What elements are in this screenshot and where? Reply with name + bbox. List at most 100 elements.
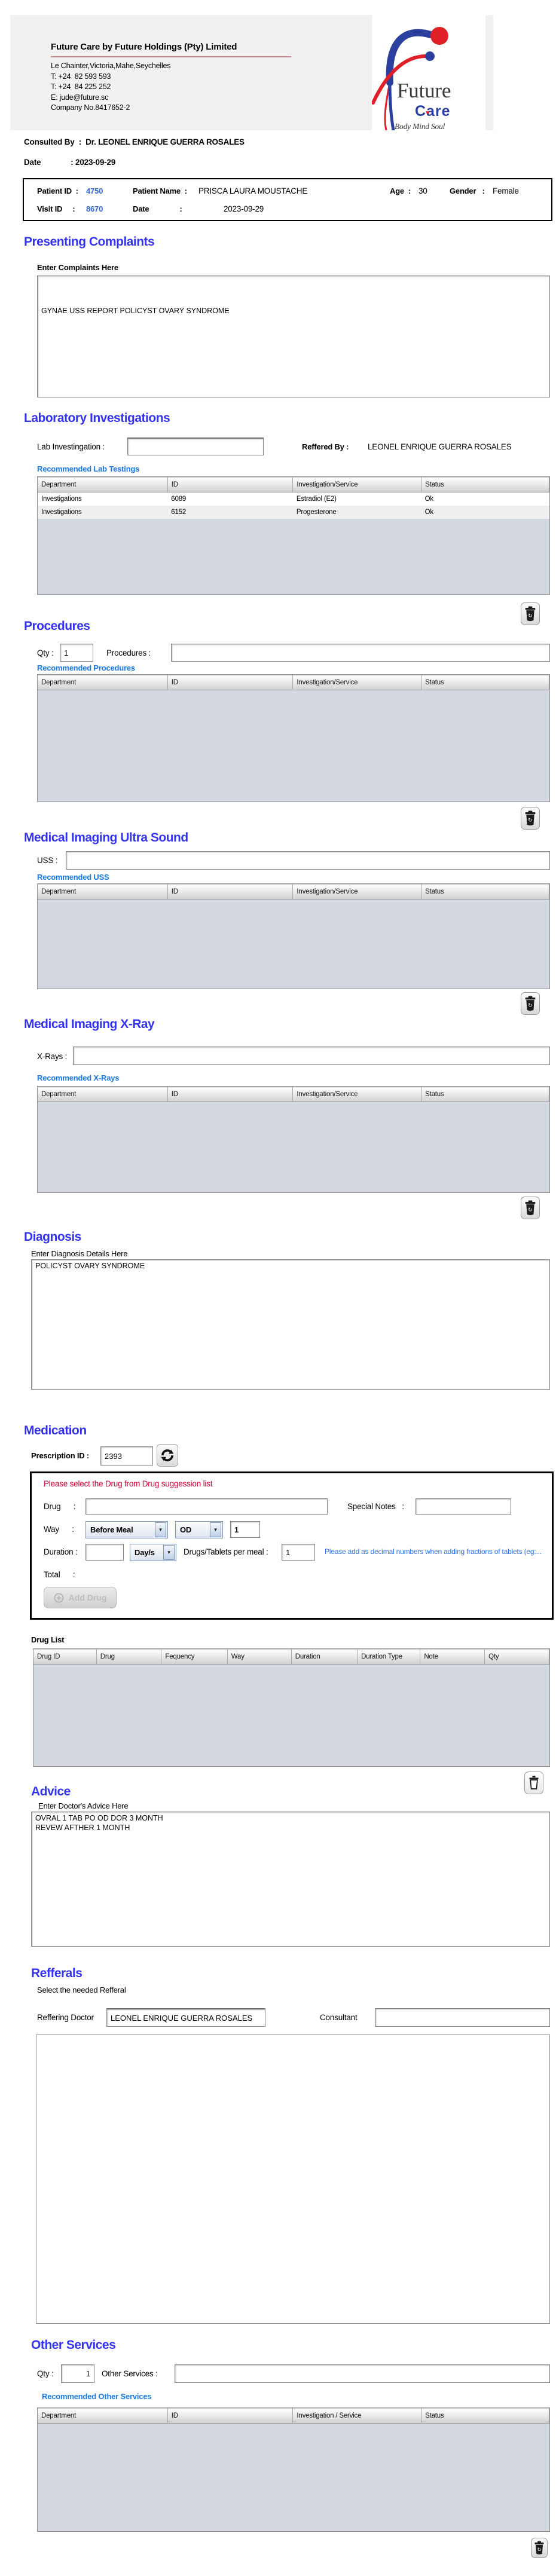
- recommended-other-services-link[interactable]: Recommended Other Services: [42, 2392, 152, 2401]
- column-header: Drug ID: [33, 1649, 97, 1665]
- column-header: Investigation/Service: [292, 477, 422, 492]
- section-title-referrals: Refferals: [31, 1966, 83, 1980]
- uss-table-header-row: Department ID Investigation/Service Stat…: [38, 884, 549, 900]
- consult-date-label: Date :: [24, 158, 74, 167]
- drug-input[interactable]: [85, 1498, 328, 1515]
- procedures-qty-input[interactable]: [60, 644, 93, 662]
- column-header: Department: [38, 477, 168, 492]
- column-header: Investigation / Service: [292, 2408, 422, 2424]
- clear-other-services-button[interactable]: ↻: [531, 2538, 548, 2558]
- duration-label: Duration :: [44, 1547, 78, 1556]
- duration-type-select[interactable]: Day/s ▼: [130, 1544, 176, 1561]
- clear-procedures-button[interactable]: ↻: [521, 807, 540, 830]
- special-notes-label: Special Notes :: [347, 1502, 404, 1511]
- patient-name-value: PRISCA LAURA MOUSTACHE: [198, 186, 308, 195]
- section-title-diagnosis: Diagnosis: [24, 1230, 81, 1244]
- visit-date-value: 2023-09-29: [224, 204, 264, 213]
- frequency-select[interactable]: OD ▼: [175, 1521, 223, 1538]
- other-field-label: Other Services :: [102, 2369, 158, 2378]
- clear-lab-button[interactable]: ↻: [521, 602, 540, 625]
- recommended-lab-testings-link[interactable]: Recommended Lab Testings: [37, 464, 139, 473]
- age-label: Age :: [390, 186, 411, 195]
- section-title-laboratory: Laboratory Investigations: [24, 411, 170, 425]
- consultant-input[interactable]: [375, 2008, 550, 2027]
- column-header: Investigation/Service: [292, 884, 422, 900]
- lab-investigation-input[interactable]: [127, 438, 264, 455]
- way-select[interactable]: Before Meal ▼: [85, 1521, 168, 1538]
- logo-word-future: Future: [397, 79, 451, 102]
- recommended-uss-link[interactable]: Recommended USS: [37, 873, 109, 882]
- other-services-input[interactable]: [175, 2364, 550, 2383]
- drug-list-table: Drug ID Drug Fequency Way Duration Durat…: [33, 1648, 550, 1767]
- add-drug-button[interactable]: Add Drug: [44, 1587, 117, 1608]
- column-header: Way: [227, 1649, 292, 1665]
- address-line: Company No.8417652-2: [51, 103, 130, 112]
- clear-advice-button[interactable]: [524, 1772, 543, 1794]
- cell-service: Progesterone: [292, 506, 421, 519]
- section-title-other-services: Other Services: [31, 2338, 116, 2352]
- svg-text:↻: ↻: [537, 2547, 542, 2552]
- xray-input[interactable]: [73, 1047, 550, 1065]
- cell-id: 6152: [167, 506, 293, 519]
- drug-suggestion-note: Please select the Drug from Drug suggess…: [44, 1479, 213, 1488]
- procedures-qty-label: Qty :: [37, 648, 54, 657]
- way-selected-value: Before Meal: [90, 1525, 133, 1534]
- trash-icon: ↻: [525, 996, 536, 1011]
- patient-info-box: Patient ID : 4750 Patient Name : PRISCA …: [23, 178, 552, 221]
- prescription-id-input[interactable]: [100, 1446, 153, 1466]
- address-line: T: +24 82 593 593: [51, 72, 111, 81]
- company-address: Le Chainter,Victoria,Mahe,Seychelles T: …: [51, 61, 171, 114]
- duration-input[interactable]: [85, 1544, 124, 1561]
- lab-table-row[interactable]: Investigations 6152 Progesterone Ok: [38, 506, 549, 519]
- cell-department: Investigations: [38, 506, 168, 519]
- patient-name-label: Patient Name :: [133, 186, 187, 195]
- lab-field-label: Lab Investingation :: [37, 442, 105, 451]
- lab-table-empty-area: [38, 519, 549, 594]
- lab-table-row[interactable]: Investigations 6089 Estradiol (E2) Ok: [38, 492, 549, 506]
- section-title-advice: Advice: [31, 1785, 71, 1798]
- column-header: Investigation/Service: [292, 675, 422, 690]
- way-qty-input[interactable]: [230, 1521, 260, 1538]
- column-header: Status: [421, 2408, 549, 2424]
- cell-department: Investigations: [38, 492, 168, 506]
- procedures-input[interactable]: [171, 644, 550, 662]
- address-line: T: +24 84 225 252: [51, 82, 111, 91]
- company-logo: Future Care ♥ Body Mind Soul: [372, 12, 485, 131]
- recommended-procedures-link[interactable]: Recommended Procedures: [37, 663, 135, 672]
- duration-type-selected-value: Day/s: [135, 1548, 155, 1557]
- visit-id-label: Visit ID :: [37, 204, 75, 213]
- refresh-prescription-button[interactable]: [157, 1444, 178, 1467]
- column-header: Status: [421, 675, 549, 690]
- clear-xray-button[interactable]: ↻: [521, 1197, 540, 1219]
- section-title-xray: Medical Imaging X-Ray: [24, 1017, 155, 1031]
- advice-label: Enter Doctor's Advice Here: [38, 1801, 129, 1810]
- complaints-textarea[interactable]: GYNAE USS REPORT POLICYST OVARY SYNDROME: [37, 276, 550, 397]
- column-header: Investigation/Service: [292, 1087, 422, 1102]
- trash-icon: ↻: [525, 606, 536, 622]
- column-header: ID: [167, 675, 294, 690]
- xray-table-empty-area: [38, 1102, 549, 1192]
- referring-doctor-input[interactable]: [106, 2008, 265, 2027]
- advice-textarea[interactable]: OVRAL 1 TAB PO OD DOR 3 MONTH REVEW AFTH…: [31, 1812, 550, 1947]
- diagnosis-textarea[interactable]: POLICYST OVARY SYNDROME: [31, 1259, 550, 1390]
- uss-input[interactable]: [66, 851, 550, 870]
- chevron-down-icon: ▼: [163, 1545, 175, 1560]
- referring-doctor-label: Reffering Doctor: [37, 2013, 94, 2022]
- plus-circle-icon: [54, 1592, 64, 1603]
- special-notes-input[interactable]: [416, 1498, 511, 1515]
- clear-uss-button[interactable]: ↻: [521, 992, 540, 1015]
- consulted-by-value: LEONEL ENRIQUE GUERRA ROSALES: [98, 137, 245, 146]
- section-title-uss: Medical Imaging Ultra Sound: [24, 831, 188, 845]
- column-header: Note: [420, 1649, 485, 1665]
- logo-tagline: Body Mind Soul: [395, 122, 445, 131]
- recommended-xray-link[interactable]: Recommended X-Rays: [37, 1073, 119, 1082]
- column-header: ID: [167, 477, 294, 492]
- other-qty-label: Qty :: [37, 2369, 54, 2378]
- cell-service: Estradiol (E2): [292, 492, 421, 506]
- refresh-icon: [161, 1449, 174, 1461]
- referral-list-box[interactable]: [36, 2035, 550, 2324]
- other-qty-input[interactable]: [61, 2364, 94, 2383]
- section-title-presenting-complaints: Presenting Complaints: [24, 235, 155, 249]
- column-header: Department: [38, 884, 168, 900]
- per-meal-input[interactable]: [282, 1544, 315, 1561]
